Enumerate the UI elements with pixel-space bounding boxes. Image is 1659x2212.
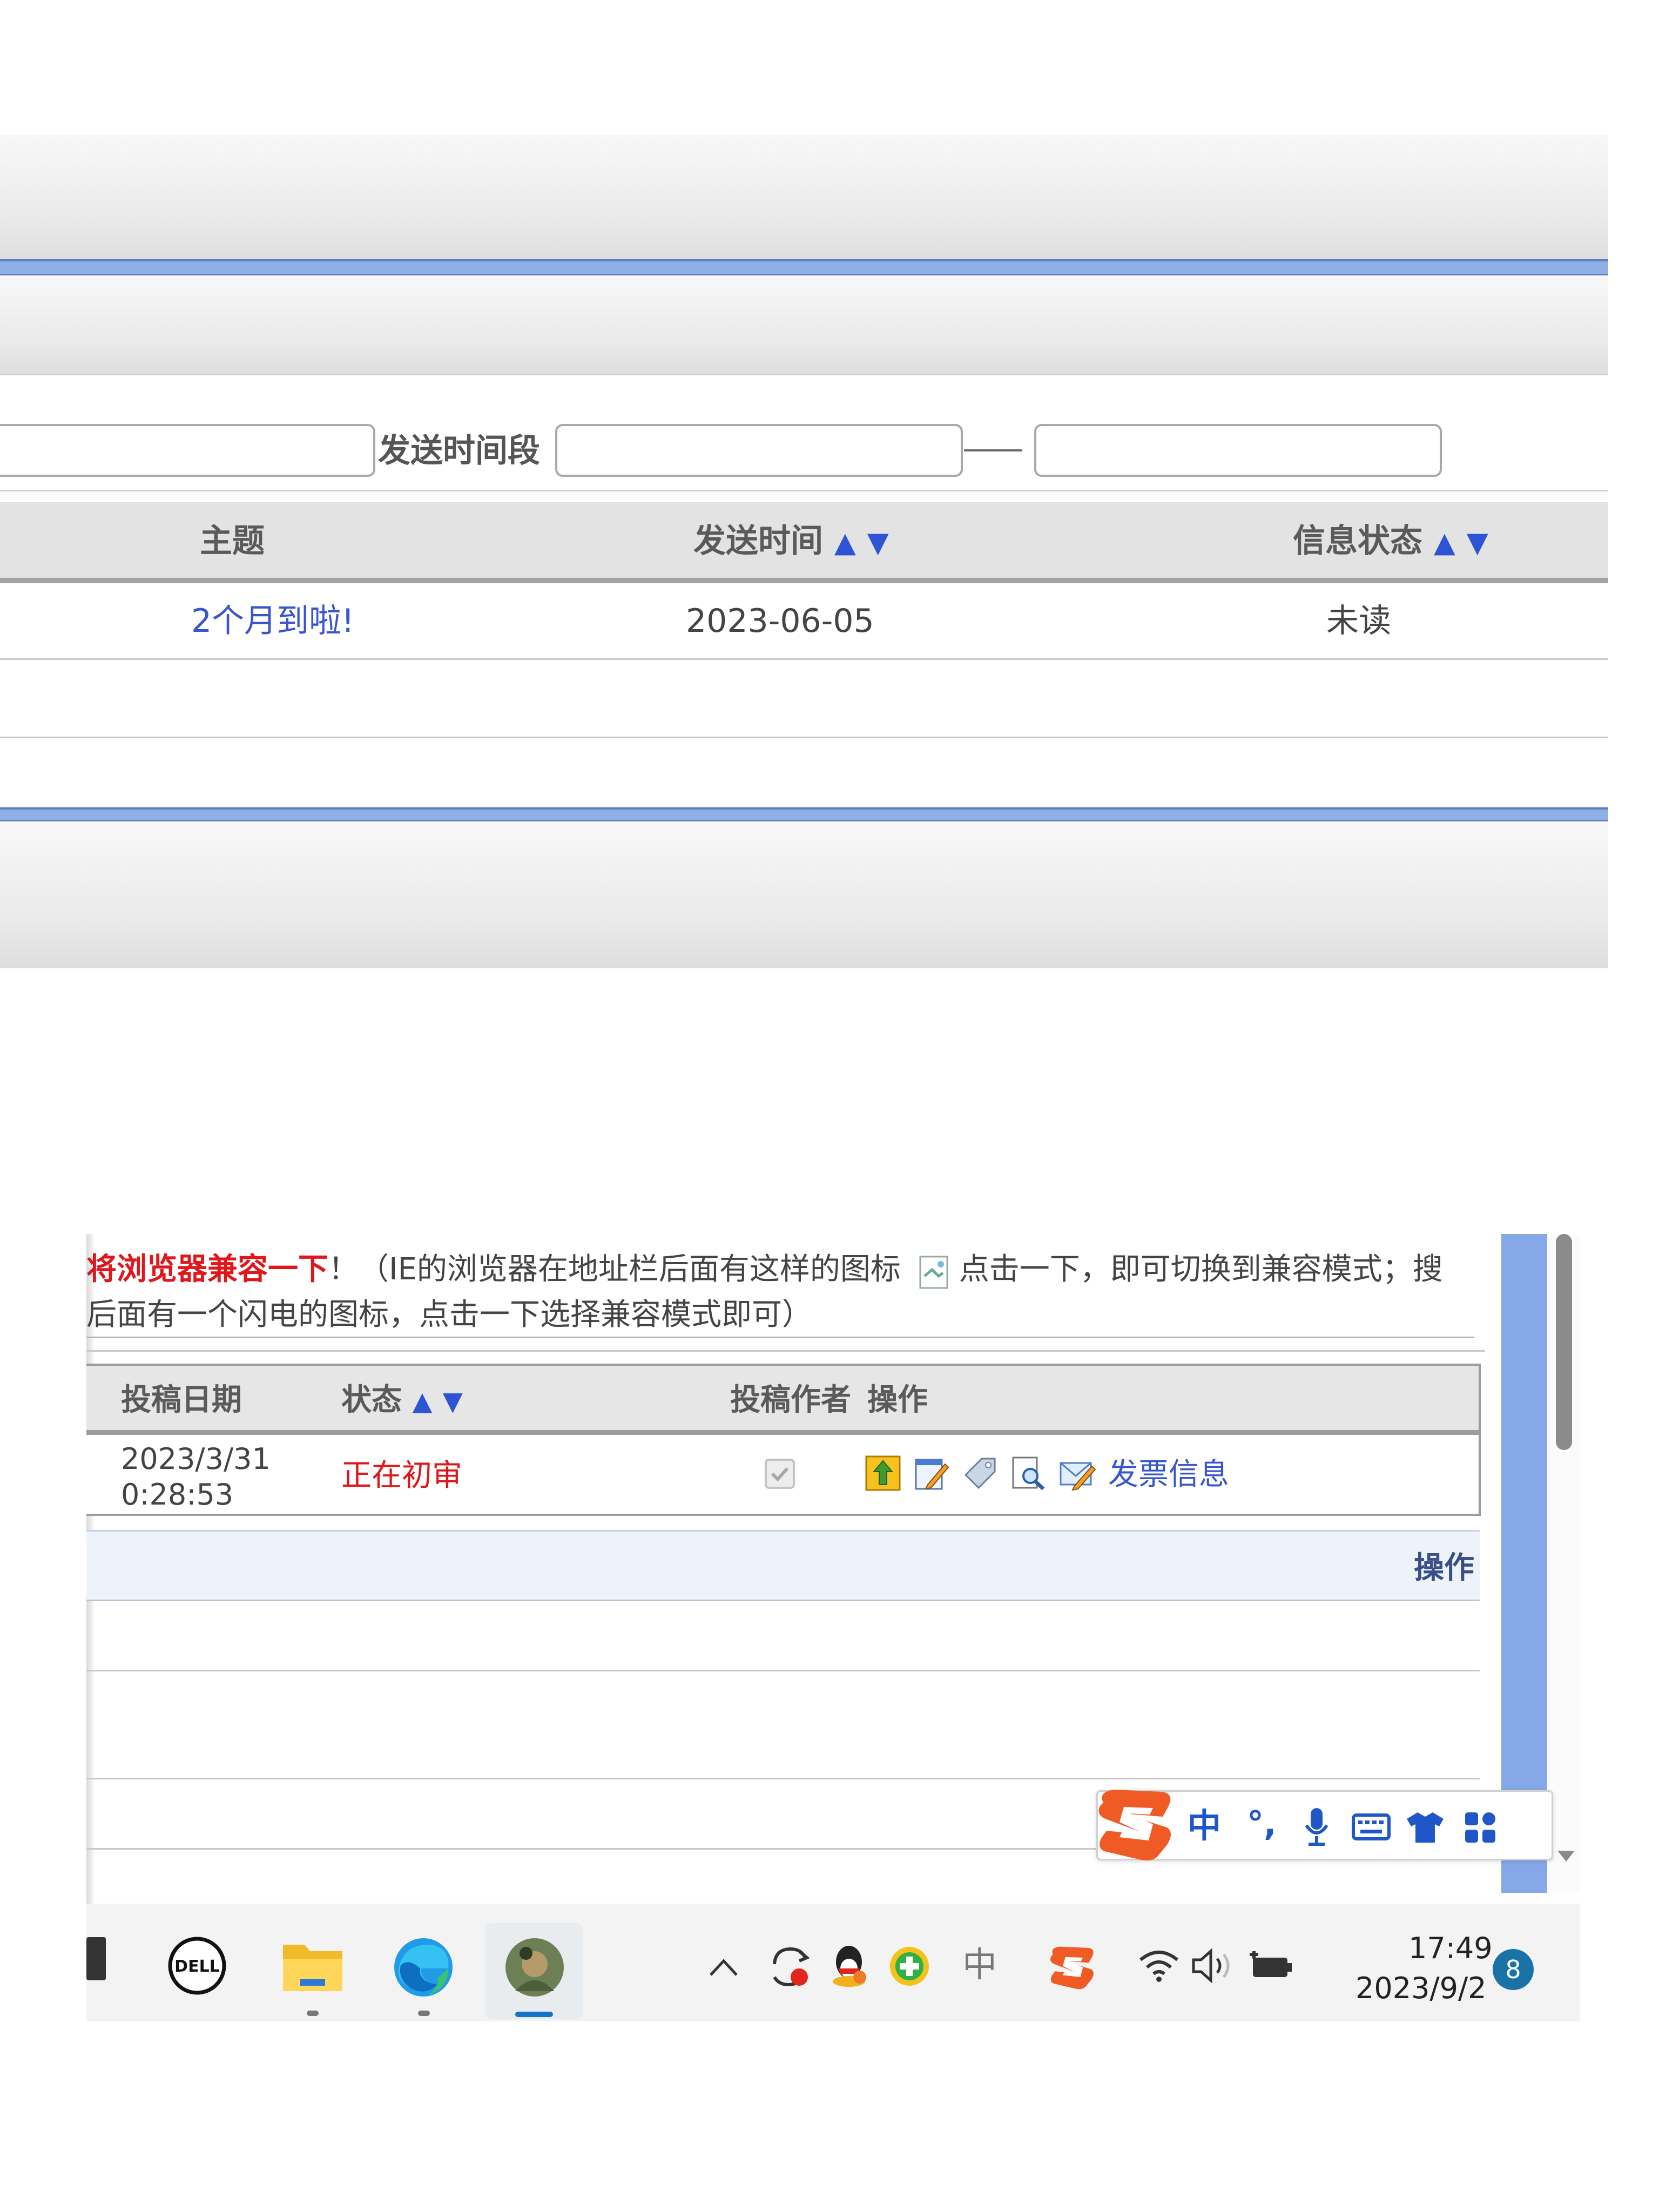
- edge-browser-icon[interactable]: [392, 1936, 455, 2001]
- top-header-band: [0, 135, 1608, 259]
- sort-desc-status-icon[interactable]: ▼: [1467, 527, 1488, 559]
- notification-badge[interactable]: 8: [1493, 1949, 1534, 1990]
- compat-notice-line2: 后面有一个闪电的图标，点击一下选择兼容模式即可）: [86, 1297, 812, 1332]
- start-date-input[interactable]: [555, 424, 963, 477]
- notification-count: 8: [1505, 1955, 1521, 1984]
- author-checkbox[interactable]: [765, 1459, 795, 1489]
- message-status: 未读: [1326, 602, 1391, 640]
- column-sub-status-label[interactable]: 状态: [341, 1382, 402, 1418]
- table-row-empty: [86, 1601, 1480, 1671]
- file-explorer-icon[interactable]: [281, 1937, 345, 1997]
- submissions-window: 将浏览器兼容一下！（IE的浏览器在地址栏后面有这样的图标 点击一下，即可切换到兼…: [86, 1234, 1580, 2021]
- table-row-empty: [0, 660, 1608, 738]
- taskbar-indicator-active: [515, 2012, 553, 2017]
- tray-volume-icon[interactable]: [1190, 1947, 1237, 1987]
- ime-toolbar[interactable]: 中 °,: [1096, 1790, 1553, 1861]
- taskbar-indicator-edge: [418, 2011, 430, 2016]
- taskbar: DELL 中 17:49 2023/9/2 8: [86, 1904, 1580, 2021]
- sort-desc-sub-status-icon[interactable]: ▼: [443, 1386, 463, 1417]
- search-row: 发送时间段: [0, 378, 1608, 491]
- submission-status: 正在初审: [341, 1458, 462, 1493]
- column-author: 投稿作者: [730, 1382, 851, 1418]
- clock-time[interactable]: 17:49: [1408, 1934, 1493, 1963]
- ime-punct-icon[interactable]: °,: [1247, 1807, 1277, 1840]
- bottom-blue-rule: [0, 807, 1608, 821]
- svg-text:DELL: DELL: [174, 1957, 220, 1976]
- send-period-label: 发送时间段: [378, 432, 540, 470]
- taskbar-indicator-explorer: [307, 2011, 319, 2016]
- tray-qq-icon[interactable]: [827, 1941, 871, 1992]
- ime-mic-icon[interactable]: [1302, 1806, 1331, 1850]
- table-row-empty: [86, 1671, 1480, 1779]
- tray-overflow-chevron-icon[interactable]: [707, 1957, 740, 1980]
- wechat-avatar-icon: [504, 1937, 565, 2000]
- taskbar-start-edge[interactable]: [86, 1937, 106, 1980]
- sort-asc-status-icon[interactable]: ▲: [1434, 527, 1455, 559]
- tray-battery-icon[interactable]: [1247, 1949, 1294, 1986]
- message-table-header: 主题 发送时间 ▲ ▼ 信息状态 ▲ ▼: [0, 502, 1608, 583]
- column-send-time: 发送时间 ▲ ▼: [693, 525, 889, 557]
- compat-notice-emphasis: 将浏览器兼容一下: [86, 1252, 328, 1287]
- active-app-tile[interactable]: [485, 1923, 583, 2019]
- submit-date-line2: 0:28:53: [121, 1478, 234, 1512]
- invoice-info-link[interactable]: 发票信息: [1108, 1460, 1229, 1490]
- tray-wifi-icon[interactable]: [1137, 1948, 1181, 1985]
- upload-icon[interactable]: [864, 1454, 902, 1492]
- table-row: 2个月到啦! 2023-06-05 未读: [0, 583, 1608, 660]
- notice-divider-2: [86, 1350, 1485, 1352]
- compat-notice-line1: 将浏览器兼容一下！（IE的浏览器在地址栏后面有这样的图标 点击一下，即可切换到兼…: [86, 1252, 1443, 1289]
- notice-divider: [86, 1337, 1474, 1338]
- end-date-input[interactable]: [1034, 424, 1442, 477]
- ime-skin-icon[interactable]: [1406, 1810, 1445, 1846]
- second-column-actions: 操作: [1414, 1550, 1474, 1586]
- submissions-table-header: 投稿日期 状态 ▲ ▼ 投稿作者 操作: [86, 1364, 1481, 1435]
- column-status-label[interactable]: 信息状态: [1293, 522, 1422, 560]
- keyword-input[interactable]: [0, 424, 375, 477]
- tray-input-language[interactable]: 中: [962, 1948, 997, 1982]
- sort-asc-send-time-icon[interactable]: ▲: [834, 527, 856, 559]
- message-subject-link[interactable]: 2个月到啦!: [191, 605, 354, 637]
- ime-mode-chinese[interactable]: 中: [1188, 1809, 1221, 1843]
- footer-band: [0, 821, 1608, 968]
- column-submit-date[interactable]: 投稿日期: [121, 1385, 242, 1415]
- compat-view-icon: [918, 1255, 952, 1289]
- dell-app-icon[interactable]: DELL: [167, 1936, 227, 1998]
- tray-sync-icon[interactable]: [766, 1943, 814, 1993]
- edit-icon[interactable]: [913, 1454, 950, 1492]
- scroll-down-icon[interactable]: [1556, 1849, 1576, 1866]
- submit-date-line1: 2023/3/31: [121, 1442, 271, 1476]
- range-dash: [964, 449, 1022, 451]
- compat-notice-text: ！（IE的浏览器在地址栏后面有这样的图标: [328, 1252, 901, 1287]
- compat-notice-after: 点击一下，即可切换到兼容模式；搜: [959, 1252, 1443, 1287]
- sort-desc-send-time-icon[interactable]: ▼: [867, 527, 889, 559]
- message-send-time: 2023-06-05: [686, 602, 874, 640]
- sort-asc-sub-status-icon[interactable]: ▲: [413, 1386, 433, 1417]
- second-table-header: 操作: [86, 1530, 1480, 1601]
- column-send-time-label[interactable]: 发送时间: [693, 522, 823, 560]
- mail-edit-icon[interactable]: [1058, 1454, 1096, 1492]
- column-actions: 操作: [867, 1382, 928, 1418]
- tag-icon[interactable]: [961, 1454, 999, 1492]
- column-subject[interactable]: 主题: [200, 525, 265, 557]
- preview-icon[interactable]: [1010, 1454, 1048, 1492]
- clock-date[interactable]: 2023/9/2: [1355, 1974, 1487, 2003]
- scrollbar-thumb[interactable]: [1556, 1234, 1572, 1450]
- table-row: 2023/3/31 0:28:53 正在初审 发票信息: [86, 1435, 1481, 1516]
- top-blue-rule: [0, 259, 1608, 275]
- column-sub-status: 状态 ▲ ▼: [341, 1385, 463, 1415]
- sogou-logo-icon[interactable]: [1092, 1781, 1179, 1870]
- ime-keyboard-icon[interactable]: [1352, 1813, 1391, 1843]
- tray-360-icon[interactable]: [888, 1945, 931, 1990]
- tray-sogou-icon[interactable]: [1047, 1941, 1098, 1995]
- ime-tools-icon[interactable]: [1463, 1810, 1498, 1847]
- top-toolbar-band: [0, 275, 1608, 375]
- column-status: 信息状态 ▲ ▼: [1293, 525, 1488, 557]
